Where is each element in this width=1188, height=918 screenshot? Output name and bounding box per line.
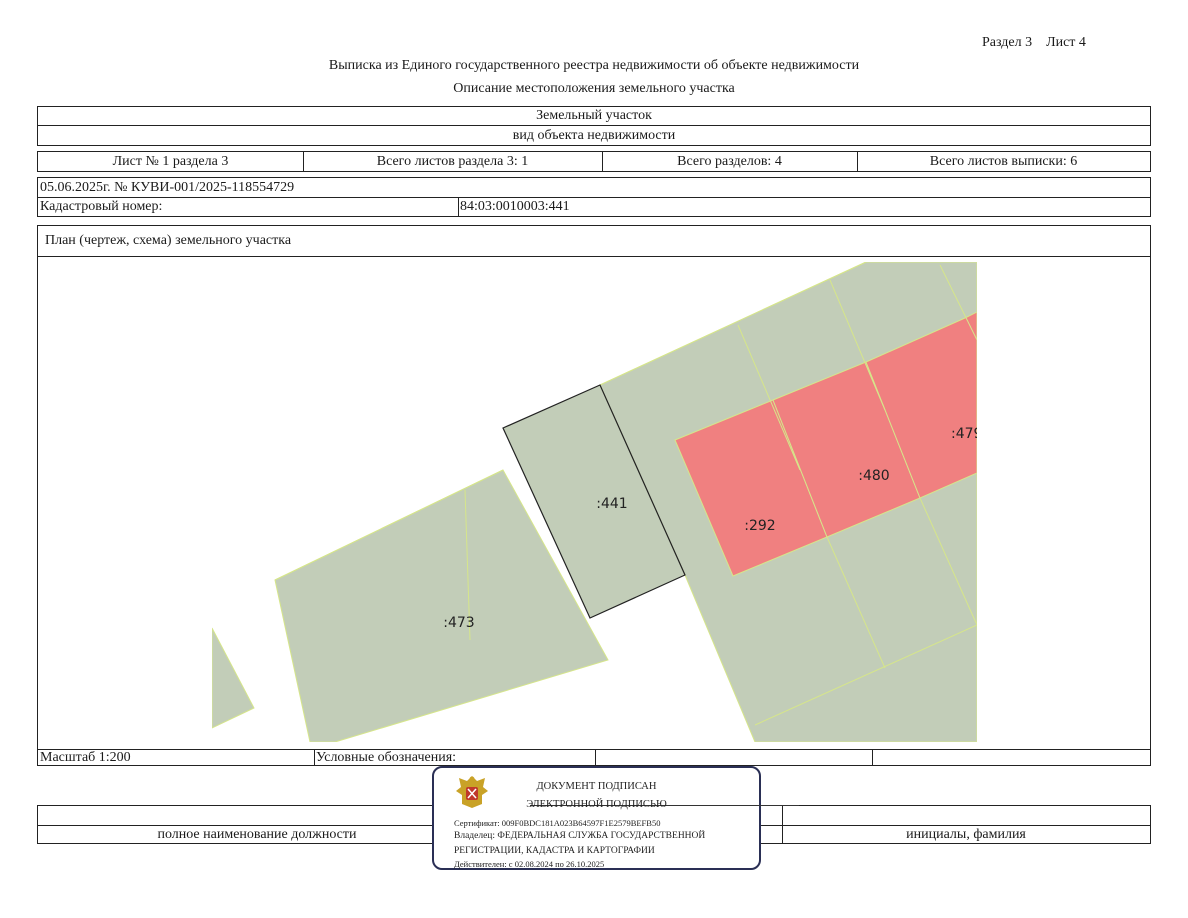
label-441: :441 bbox=[596, 496, 627, 512]
label-292: :292 bbox=[744, 518, 775, 534]
scale-label: Масштаб 1:200 bbox=[40, 749, 131, 765]
stamp-line-1: ДОКУМЕНТ ПОДПИСАН bbox=[536, 781, 657, 792]
cadastral-row: Кадастровый номер: 84:03:0010003:441 bbox=[37, 197, 1151, 217]
sheet-number: Лист № 1 раздела 3 bbox=[112, 153, 229, 169]
object-type-caption: вид объекта недвижимости bbox=[512, 127, 676, 143]
document-subtitle: Описание местоположения земельного участ… bbox=[453, 81, 735, 96]
document-title: Выписка из Единого государственного реес… bbox=[328, 58, 860, 73]
stamp-owner-1: Владелец: ФЕДЕРАЛЬНАЯ СЛУЖБА ГОСУДАРСТВЕ… bbox=[454, 831, 706, 841]
total-extract-sheets: Всего листов выписки: 6 bbox=[929, 153, 1078, 169]
scale-legend-row: Масштаб 1:200 Условные обозначения: bbox=[37, 749, 1151, 766]
map-canvas: :441 :473 :292 :480 :479 bbox=[212, 262, 977, 742]
record-date-number: 05.06.2025г. № КУВИ-001/2025-118554729 bbox=[40, 179, 295, 195]
cadastral-number: 84:03:0010003:441 bbox=[460, 199, 570, 214]
record-number-row: 05.06.2025г. № КУВИ-001/2025-118554729 bbox=[37, 177, 1151, 198]
stamp-certificate: Сертификат: 009F0BDC181A023B64597F1E2579… bbox=[454, 818, 661, 828]
position-caption: полное наименование должности bbox=[157, 826, 357, 842]
stamp-line-2: ЭЛЕКТРОННОЙ ПОДПИСЬЮ bbox=[526, 799, 667, 810]
plan-title: План (чертеж, схема) земельного участка bbox=[45, 233, 292, 248]
parcel-left-sliver bbox=[212, 627, 255, 729]
object-type: Земельный участок bbox=[536, 108, 652, 123]
object-type-caption-row: вид объекта недвижимости bbox=[37, 125, 1151, 146]
cadastral-map: :441 :473 :292 :480 :479 bbox=[212, 262, 977, 742]
label-480: :480 bbox=[858, 468, 889, 484]
legend-label: Условные обозначения: bbox=[316, 749, 457, 765]
cadastral-label: Кадастровый номер: bbox=[40, 199, 163, 214]
total-section-sheets: Всего листов раздела 3: 1 bbox=[376, 153, 529, 169]
name-caption: инициалы, фамилия bbox=[906, 826, 1026, 842]
electronic-signature-stamp: ДОКУМЕНТ ПОДПИСАН ЭЛЕКТРОННОЙ ПОДПИСЬЮ С… bbox=[432, 766, 799, 870]
label-479: :479 bbox=[951, 426, 977, 442]
total-sections: Всего разделов: 4 bbox=[677, 153, 782, 169]
stamp-validity: Действителен: с 02.08.2024 по 26.10.2025 bbox=[454, 859, 605, 869]
section-sheet-label: Раздел 3 Лист 4 bbox=[982, 35, 1086, 50]
sheets-row: Лист № 1 раздела 3 Всего листов раздела … bbox=[37, 151, 1151, 172]
label-473: :473 bbox=[443, 615, 474, 631]
object-type-row: Земельный участок bbox=[37, 106, 1151, 126]
stamp-owner-2: РЕГИСТРАЦИИ, КАДАСТРА И КАРТОГРАФИИ bbox=[454, 846, 655, 856]
